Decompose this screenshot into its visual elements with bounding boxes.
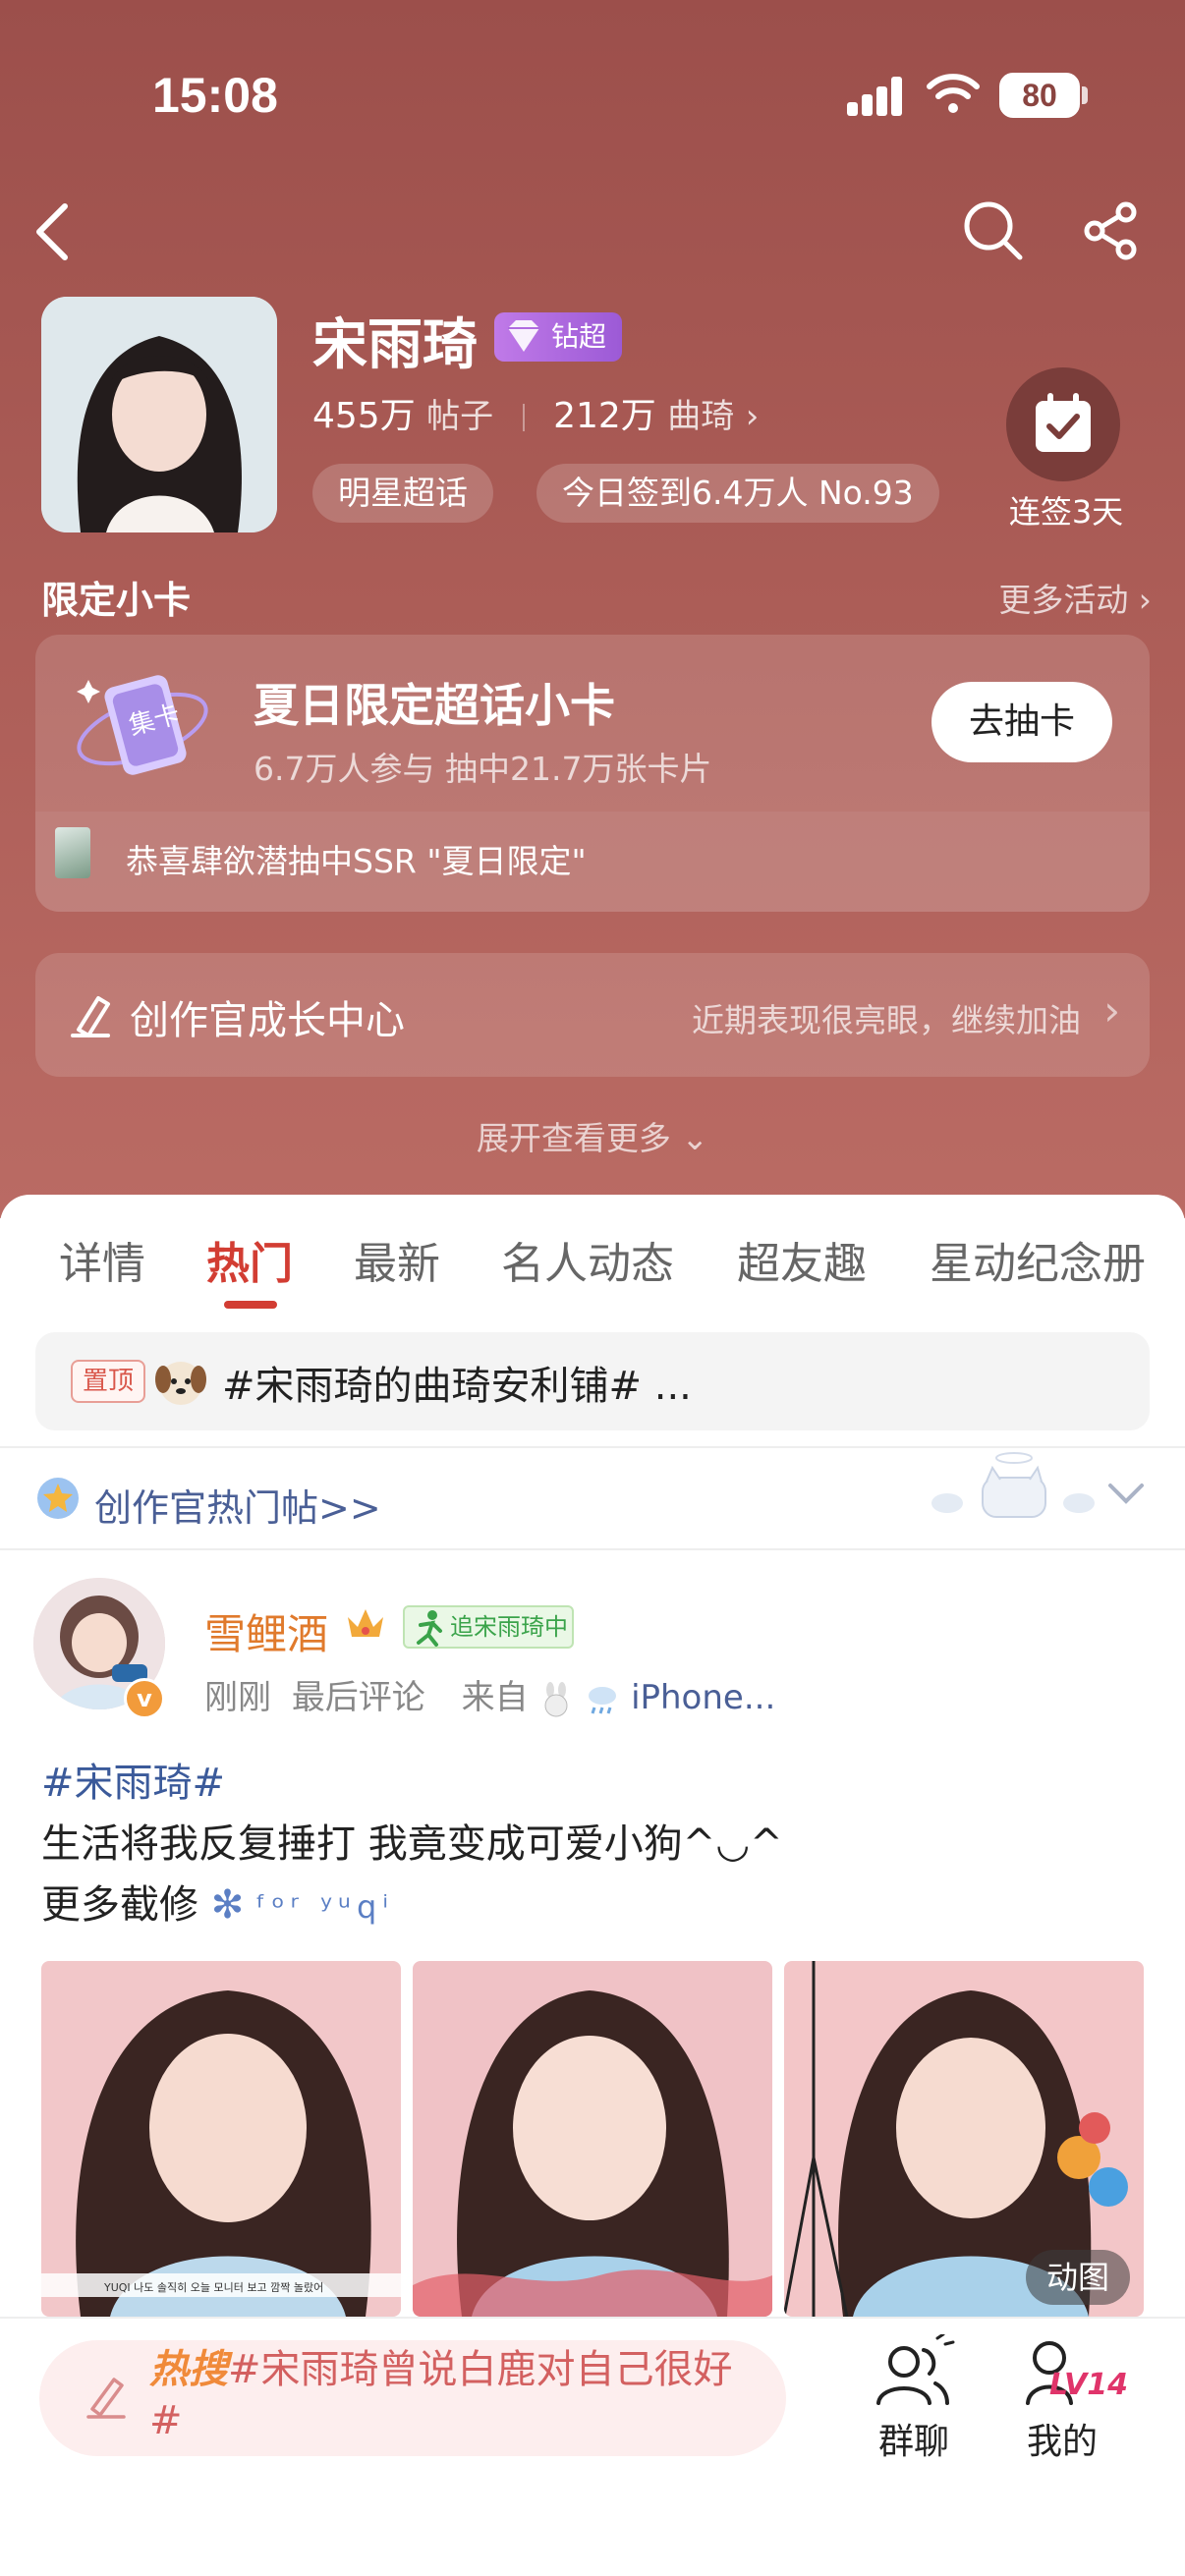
post-time: 刚刚 [204, 1678, 271, 1717]
chevron-right-icon: › [1103, 986, 1120, 1035]
crown-icon [348, 1609, 383, 1637]
post-text-line2: 更多截修 ✻ ᶠᵒʳ ʸᵘqⁱ [41, 1873, 394, 1930]
card-collection-icon: 集卡 [77, 675, 208, 775]
pinned-text: #宋雨琦的曲琦安利铺# ... [222, 1364, 692, 1409]
topic-name: 宋雨琦 [312, 313, 478, 377]
post-meta: 刚刚 最后评论 来自 iPhone... [204, 1670, 775, 1718]
calendar-check-icon [1036, 393, 1091, 452]
wifi-icon [927, 74, 980, 113]
mine-label: 我的 [1026, 2422, 1098, 2462]
pinned-post[interactable]: 置顶 #宋雨琦的曲琦安利铺# ... [35, 1332, 1150, 1430]
posts-label: 帖子 [426, 397, 494, 436]
signal-icon [847, 77, 904, 116]
creator-growth-center[interactable]: 创作官成长中心 近期表现很亮眼，继续加油 › [35, 953, 1150, 1077]
limited-section-title: 限定小卡 [41, 579, 192, 622]
tab-latest[interactable]: 最新 [354, 1228, 440, 1291]
growth-center-title: 创作官成长中心 [130, 998, 405, 1043]
diamond-icon [508, 320, 539, 352]
search-icon[interactable] [961, 198, 1026, 263]
cloud-rain-emoji-icon [589, 1686, 617, 1713]
draw-card-button[interactable]: 去抽卡 [931, 682, 1112, 762]
post-text-line1: 生活将我反复捶打 我竟变成可爱小狗^◡^ [41, 1821, 783, 1867]
expand-more[interactable]: 展开查看更多 ⌄ [0, 1112, 1185, 1159]
tab-super-fun[interactable]: 超友趣 [737, 1228, 867, 1291]
more-activities-label: 更多活动 [998, 581, 1129, 619]
status-time: 15:08 [152, 68, 278, 123]
back-icon[interactable] [29, 200, 73, 263]
category-pill[interactable]: 明星超话 [312, 464, 493, 523]
divider [0, 1548, 1185, 1550]
running-person-icon [417, 1610, 442, 1647]
active-tab-indicator [224, 1301, 277, 1309]
battery-nub [1082, 86, 1088, 104]
post-author-name[interactable]: 雪鲤酒 [204, 1601, 328, 1661]
group-chat-icon [876, 2334, 955, 2405]
pen-badge-icon [71, 996, 110, 1037]
tab-hot[interactable]: 热门 [206, 1228, 293, 1291]
posts-count: 455万 [312, 396, 416, 436]
checkin-rank-pill[interactable]: 今日签到6.4万人 No.93 [536, 464, 939, 523]
badge-label: 钻超 [551, 320, 607, 353]
growth-center-hint: 近期表现很亮眼，继续加油 [692, 1001, 1081, 1039]
group-chat-label: 群聊 [877, 2422, 949, 2462]
hot-topic-text: #宋雨琦曾说白鹿对自己很好# [149, 2347, 733, 2443]
tab-details[interactable]: 详情 [59, 1228, 145, 1291]
pen-icon [86, 2378, 126, 2419]
group-chat-nav[interactable]: 群聊 [855, 2334, 973, 2462]
following-star-badge: 追宋雨琦中 [403, 1605, 574, 1649]
post-photo-1[interactable]: YUQI 나도 솔직히 오늘 모니터 보고 깜짝 놀랐어 [41, 1961, 401, 2317]
bunny-emoji-icon [544, 1681, 568, 1716]
mine-nav[interactable]: LV14 我的 [1008, 2334, 1146, 2462]
level-badge: LV14 [1049, 2368, 1128, 2402]
chevron-down-icon[interactable] [1106, 1482, 1146, 1507]
battery-icon: 80 [999, 73, 1080, 118]
puppy-emoji-icon [155, 1362, 206, 1405]
checkin-streak: 连签3天 [1008, 493, 1124, 531]
compose-hot-topic: 热搜#宋雨琦曾说白鹿对自己很好# [149, 2344, 739, 2446]
post-text-line2-prefix: 更多截修 [41, 1882, 198, 1928]
photo-caption: YUQI 나도 솔직히 오늘 모니터 보고 깜짝 놀랐어 [103, 2280, 323, 2294]
post-last-comment: 最后评论 [291, 1678, 425, 1717]
diamond-super-badge[interactable]: 钻超 [494, 312, 622, 362]
pinned-tag: 置顶 [71, 1360, 145, 1403]
winner-congrats: 恭喜肆欲潜抽中SSR "夏日限定" [126, 842, 587, 880]
post-text-line2-deco: ᶠᵒʳ ʸᵘqⁱ [255, 1888, 395, 1926]
creator-hot-posts-link[interactable]: 创作官热门帖>> [94, 1478, 381, 1532]
share-icon[interactable] [1081, 200, 1142, 261]
expand-more-label: 展开查看更多 [476, 1119, 671, 1157]
winner-avatar [55, 827, 90, 878]
fans-label[interactable]: 曲琦 [667, 397, 734, 436]
verified-badge-icon: v [124, 1678, 165, 1719]
star-badge-icon [37, 1478, 79, 1519]
gif-tag: 动图 [1026, 2250, 1130, 2305]
limited-card-title: 夏日限定超话小卡 [254, 679, 615, 732]
post-photo-2[interactable] [413, 1961, 772, 2317]
fans-count[interactable]: 212万 [553, 396, 656, 436]
topic-avatar[interactable] [41, 297, 277, 532]
limited-card[interactable]: 集卡 夏日限定超话小卡 6.7万人参与 抽中21.7万张卡片 去抽卡 恭喜肆欲潜… [35, 635, 1150, 912]
sparkle-icon: ✻ [210, 1882, 245, 1928]
more-activities-link[interactable]: 更多活动 › [998, 574, 1152, 621]
hot-search-tag: 热搜 [149, 2347, 228, 2392]
post-from: 来自 [461, 1678, 529, 1717]
chevron-right-icon: › [745, 397, 760, 436]
following-star-label: 追宋雨琦中 [450, 1613, 568, 1641]
cloud-cat-decoration-icon [931, 1452, 1095, 1518]
tab-star-album[interactable]: 星动纪念册 [930, 1228, 1146, 1291]
topic-stats: 455万 帖子 212万 曲琦 › [312, 387, 759, 438]
checkin-button[interactable] [1006, 367, 1120, 481]
post-hashtag[interactable]: #宋雨琦# [41, 1751, 225, 1808]
post-device[interactable]: iPhone... [631, 1678, 775, 1717]
tab-celebrity-updates[interactable]: 名人动态 [501, 1228, 674, 1291]
limited-card-subtitle: 6.7万人参与 抽中21.7万张卡片 [254, 750, 712, 788]
